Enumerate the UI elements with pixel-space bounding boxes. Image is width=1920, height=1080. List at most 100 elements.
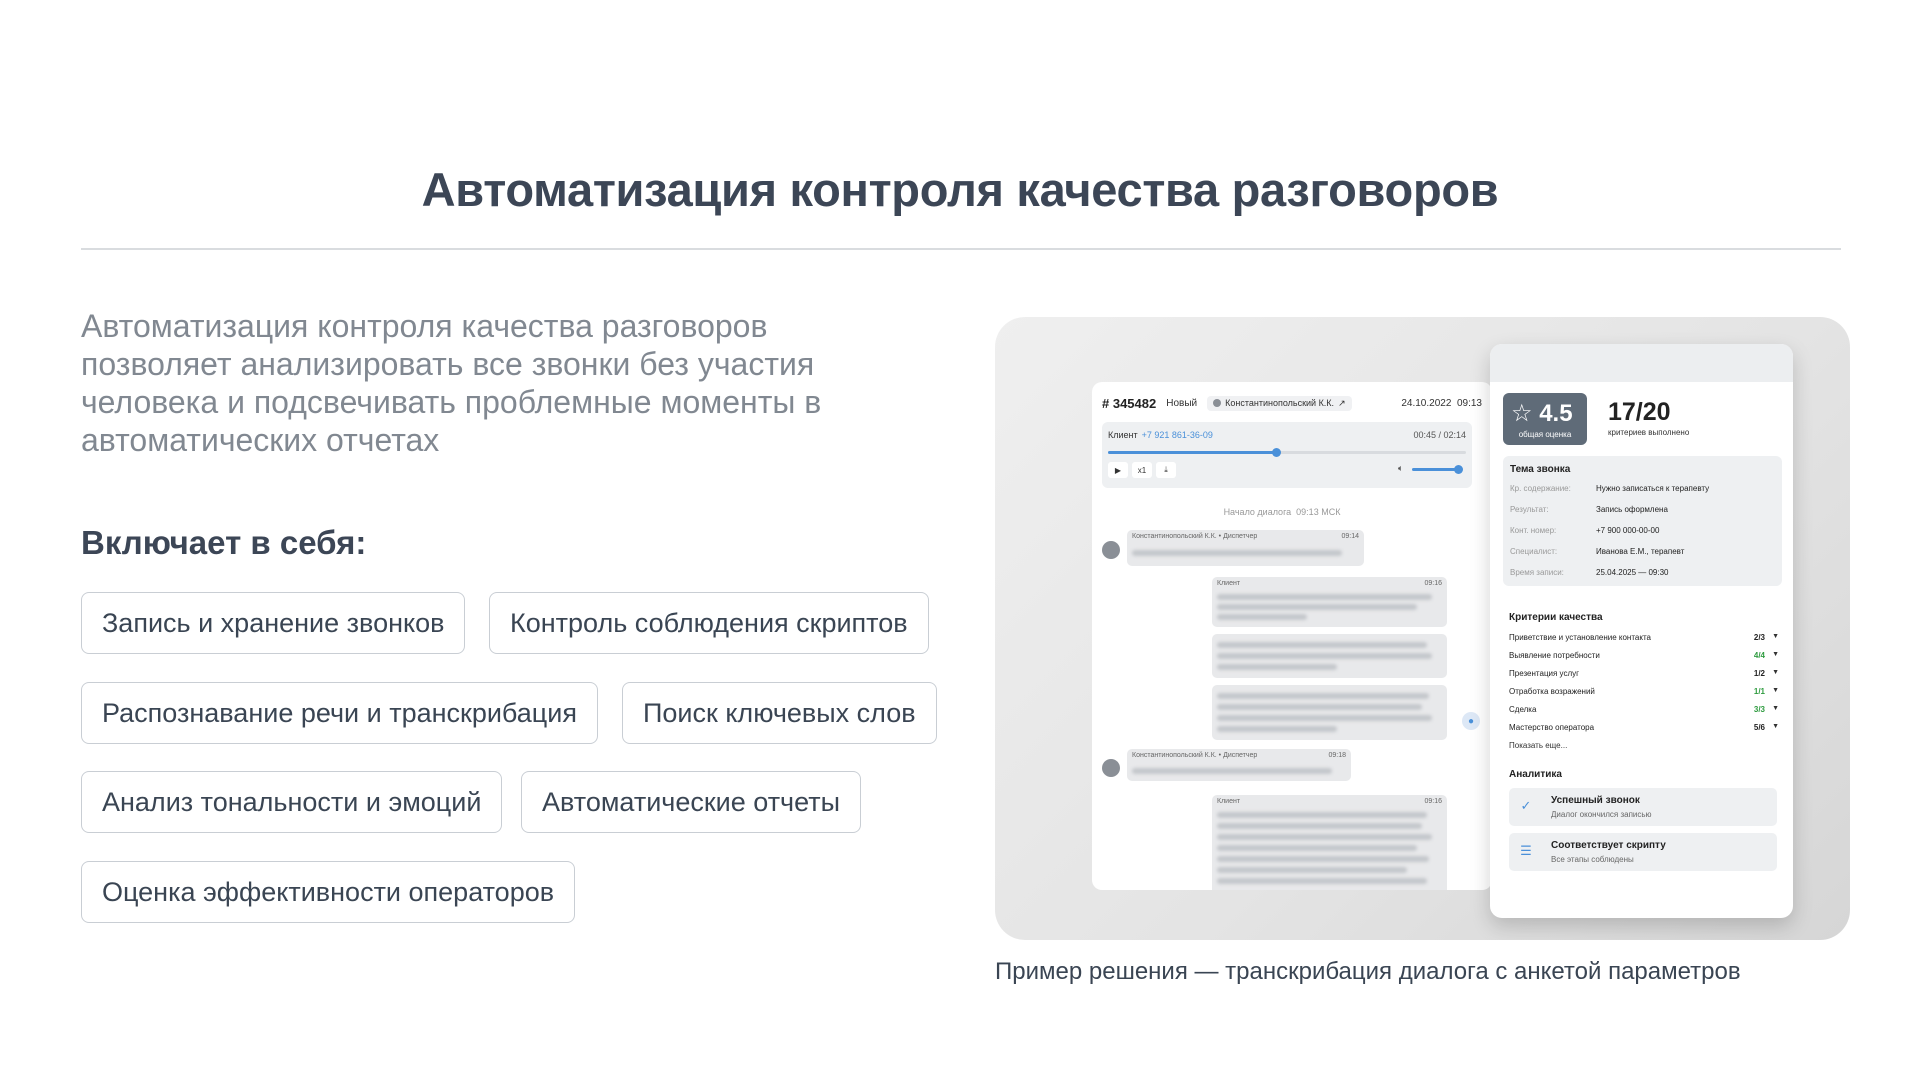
topic-value: 25.04.2025 — 09:30 [1596,568,1669,577]
client-phone[interactable]: +7 921 861-36-09 [1142,430,1213,440]
volume-icon[interactable]: 🔈︎ [1398,463,1403,474]
playback-handle[interactable] [1272,448,1282,457]
call-status: Новый [1166,397,1198,409]
dialog-card: # 345482 Новый Константинопольский К.К. … [1092,382,1492,890]
message-time: 09:16 [1424,580,1442,587]
quality-report-card: ☆ 4.5 общая оценка 17/20 критериев выпол… [1490,344,1793,918]
criterion-score: 5/6 [1753,723,1765,732]
dialog-header: # 345482 Новый Константинопольский К.К. … [1102,394,1482,412]
criterion-name: Приветствие и установление контакта [1509,633,1651,642]
playback-progress [1108,451,1277,454]
page-title: Автоматизация контроля качества разговор… [421,163,1499,216]
analytics-title: Успешный звонок [1551,795,1640,806]
volume-handle[interactable] [1454,465,1463,474]
analytics-item-success: ✓ Успешный звонок Диалог окончился запис… [1509,788,1777,826]
feature-chip-sentiment: Анализ тональности и эмоций [81,771,503,833]
analytics-subtitle: Все этапы соблюдены [1551,855,1634,864]
feature-chip-auto-reports: Автоматические отчеты [521,771,862,833]
message-time: 09:14 [1341,533,1359,540]
call-datetime: 24.10.2022 09:13 [1401,398,1482,409]
chat-message: Клиент 09:16 [1212,795,1447,890]
analytics-heading: Аналитика [1509,769,1562,780]
topic-key: Конт. номер: [1510,526,1557,535]
message-author: Клиент [1217,580,1241,587]
feature-chip-recording: Запись и хранение звонков [81,592,466,654]
feature-chip-operator-efficiency: Оценка эффективности операторов [81,861,576,923]
star-icon: ☆ [1511,400,1533,427]
quality-criterion-row[interactable]: Сделка 3/3 ▼ [1509,705,1779,714]
criteria-summary: 17/20 критериев выполнено [1608,398,1689,437]
dialog-start-label: Начало диалога [1223,507,1292,517]
criterion-score: 1/1 [1753,687,1765,696]
solution-caption: Пример решения — транскрибация диалога с… [995,958,1741,985]
topic-value: Нужно записаться к терапевту [1596,484,1710,493]
criterion-name: Отработка возражений [1509,687,1595,696]
playback-time: 00:45 / 02:14 [1413,430,1466,440]
topic-key: Кр. содержание: [1510,484,1571,493]
play-button[interactable]: ▶ [1108,462,1128,478]
show-more-link[interactable]: Показать еще... [1509,741,1567,750]
includes-heading: Включает в себя: [81,524,367,561]
external-link-icon[interactable]: ↗ [1338,398,1346,409]
topic-row: Результат: Запись оформлена [1510,505,1668,514]
operator-avatar-icon [1213,399,1222,407]
quality-criterion-row[interactable]: Приветствие и установление контакта 2/3 ▼ [1509,633,1779,642]
chevron-down-icon[interactable]: ▼ [1772,669,1779,676]
criterion-name: Сделка [1509,705,1537,714]
overall-score-label: общая оценка [1518,430,1572,439]
call-time: 09:13 [1456,397,1482,409]
criteria-label: критериев выполнено [1608,428,1690,437]
operator-badge[interactable]: Константинопольский К.К. ↗ [1207,395,1352,411]
topic-row: Кр. содержание: Нужно записаться к терапе… [1510,484,1709,493]
operator-name: Константинопольский К.К. [1225,398,1335,408]
quality-criterion-row[interactable]: Отработка возражений 1/1 ▼ [1509,687,1779,696]
call-number: # 345482 [1102,395,1157,411]
quality-criterion-row[interactable]: Мастерство оператора 5/6 ▼ [1509,723,1779,732]
speed-button[interactable]: x1 [1132,462,1152,478]
chevron-down-icon[interactable]: ▼ [1772,687,1779,694]
chevron-down-icon[interactable]: ▼ [1772,705,1779,712]
chat-message [1212,634,1447,678]
message-time: 09:16 [1424,798,1442,805]
message-time: 09:18 [1328,752,1346,759]
topic-row: Конт. номер: +7 900 000-00-00 [1510,526,1659,535]
playback-track[interactable] [1108,448,1466,457]
chevron-down-icon[interactable]: ▼ [1772,651,1779,658]
description-text: Автоматизация контроля качества разговор… [81,308,822,458]
quality-criterion-row[interactable]: Выявление потребности 4/4 ▼ [1509,651,1779,660]
criterion-score: 3/3 [1753,705,1765,714]
topic-key: Время записи: [1510,568,1564,577]
topic-row: Время записи: 25.04.2025 — 09:30 [1510,568,1669,577]
quality-criteria-heading: Критерии качества [1509,612,1603,623]
chevron-down-icon[interactable]: ▼ [1772,633,1779,640]
call-topic-section: Тема звонка Кр. содержание: Нужно записат… [1503,456,1782,586]
topic-key: Результат: [1510,505,1549,514]
topic-row: Специалист: Иванова Е.М., терапевт [1510,547,1684,556]
volume-slider[interactable] [1412,465,1463,474]
message-author: Константинопольский К.К. • Диспетчер [1132,752,1258,759]
title-divider [81,248,1841,250]
chat-message [1212,685,1447,740]
criterion-name: Мастерство оператора [1509,723,1595,732]
topic-value: +7 900 000-00-00 [1596,526,1660,535]
download-icon: ⤓ [1164,465,1168,474]
criteria-count: 17/20 [1608,398,1671,426]
topic-heading: Тема звонка [1510,464,1571,475]
play-icon: ▶ [1114,465,1122,475]
analytics-subtitle: Диалог окончился записью [1551,810,1652,819]
dialog-start-time: 09:13 МСК [1296,507,1341,517]
client-avatar-icon: ● [1462,712,1480,730]
chat-message: Константинопольский К.К. • Диспетчер 09:1… [1127,530,1364,566]
analytics-title: Соответствует скрипту [1551,840,1666,851]
audio-player: Клиент +7 921 861-36-09 00:45 / 02:14 ▶ … [1102,422,1472,488]
analytics-item-script: ☰ Соответствует скрипту Все этапы соблюд… [1509,833,1777,871]
checklist-icon: ☰ [1520,843,1532,858]
criterion-name: Презентация услуг [1509,669,1580,678]
message-author: Клиент [1217,798,1241,805]
topic-key: Специалист: [1510,547,1558,556]
criterion-name: Выявление потребности [1509,651,1600,660]
feature-chip-keyword-search: Поиск ключевых слов [622,682,937,744]
chevron-down-icon[interactable]: ▼ [1772,723,1779,730]
quality-criterion-row[interactable]: Презентация услуг 1/2 ▼ [1509,669,1779,678]
download-button[interactable]: ⤓ [1156,462,1176,478]
